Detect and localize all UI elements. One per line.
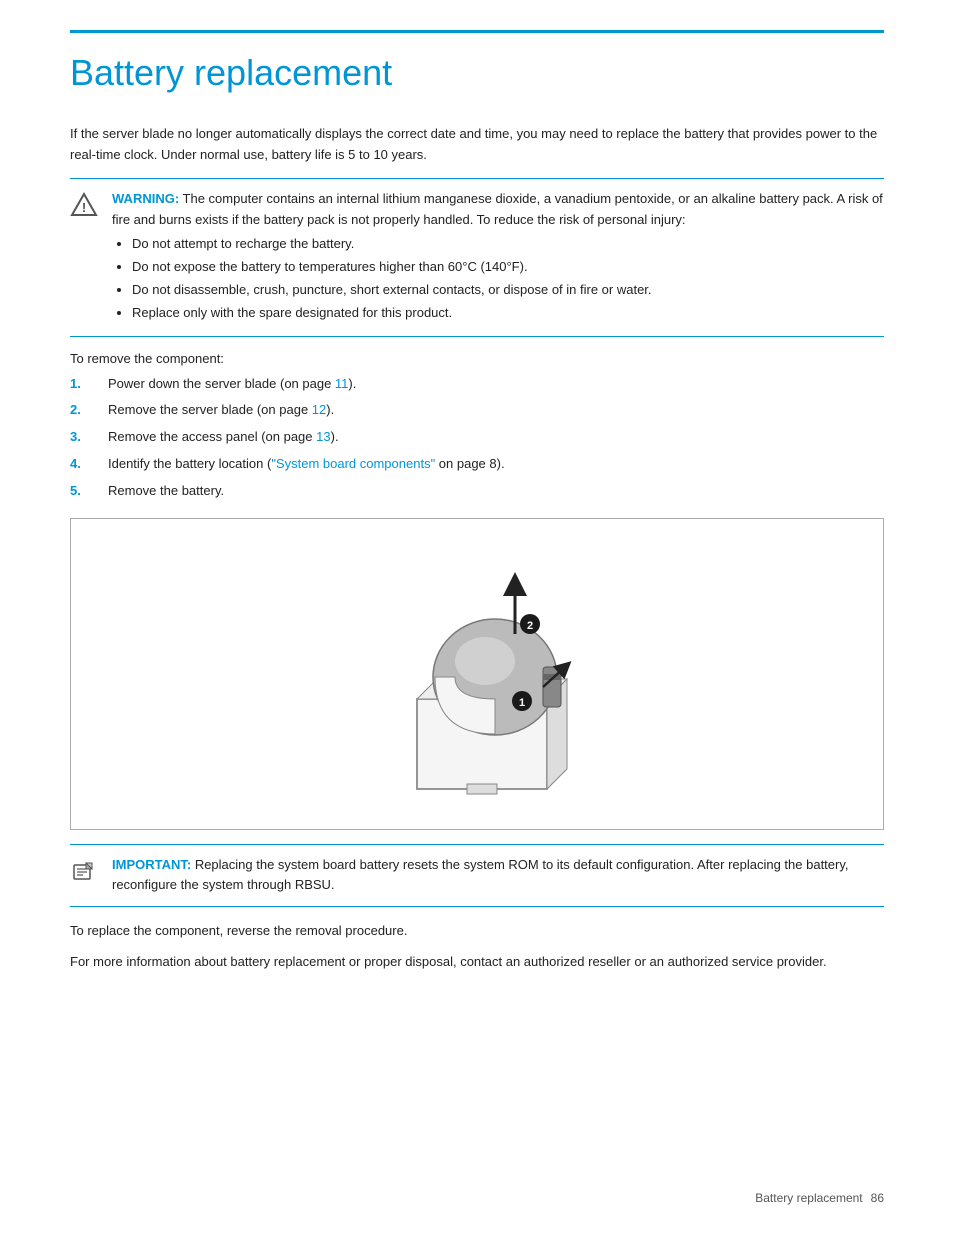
top-rule — [70, 30, 884, 33]
step-5-num: 5. — [70, 481, 100, 502]
important-icon — [70, 857, 98, 888]
step-1: 1. Power down the server blade (on page … — [70, 374, 884, 395]
important-label: IMPORTANT: — [112, 857, 191, 872]
warning-text: The computer contains an internal lithiu… — [112, 191, 883, 227]
step-1-num: 1. — [70, 374, 100, 395]
warning-bullets: Do not attempt to recharge the battery. … — [132, 234, 884, 323]
warning-box: ! WARNING: The computer contains an inte… — [70, 178, 884, 337]
svg-text:2: 2 — [527, 620, 533, 632]
svg-text:1: 1 — [519, 697, 525, 709]
warning-bullet-2: Do not expose the battery to temperature… — [132, 257, 884, 278]
step-3-num: 3. — [70, 427, 100, 448]
step-1-text: Power down the server blade (on page 11)… — [108, 374, 356, 395]
footer-page-num: 86 — [871, 1191, 884, 1205]
important-box: IMPORTANT: Replacing the system board ba… — [70, 844, 884, 908]
warning-label: WARNING: — [112, 191, 179, 206]
svg-text:!: ! — [82, 200, 86, 215]
step-2: 2. Remove the server blade (on page 12). — [70, 400, 884, 421]
steps-intro: To remove the component: — [70, 351, 884, 366]
step-2-link[interactable]: 12 — [312, 402, 326, 417]
footer-text-2: For more information about battery repla… — [70, 952, 884, 973]
step-4-text: Identify the battery location ("System b… — [108, 454, 505, 475]
steps-list: 1. Power down the server blade (on page … — [70, 374, 884, 502]
warning-bullet-3: Do not disassemble, crush, puncture, sho… — [132, 280, 884, 301]
step-2-num: 2. — [70, 400, 100, 421]
page-title: Battery replacement — [70, 51, 884, 94]
warning-bullet-4: Replace only with the spare designated f… — [132, 303, 884, 324]
battery-diagram: 2 1 — [347, 529, 607, 819]
intro-text: If the server blade no longer automatica… — [70, 124, 884, 166]
footer-section-label: Battery replacement — [755, 1191, 862, 1205]
important-text: Replacing the system board battery reset… — [112, 857, 849, 893]
battery-figure: 2 1 — [70, 518, 884, 830]
step-3: 3. Remove the access panel (on page 13). — [70, 427, 884, 448]
warning-content: WARNING: The computer contains an intern… — [112, 189, 884, 326]
footer-text-1: To replace the component, reverse the re… — [70, 921, 884, 942]
step-1-link[interactable]: 11 — [335, 376, 349, 391]
step-5: 5. Remove the battery. — [70, 481, 884, 502]
important-content: IMPORTANT: Replacing the system board ba… — [112, 855, 884, 897]
page-footer: Battery replacement 86 — [755, 1191, 884, 1205]
step-3-link[interactable]: 13 — [316, 429, 330, 444]
step-3-text: Remove the access panel (on page 13). — [108, 427, 339, 448]
step-2-text: Remove the server blade (on page 12). — [108, 400, 334, 421]
step-4-num: 4. — [70, 454, 100, 475]
warning-bullet-1: Do not attempt to recharge the battery. — [132, 234, 884, 255]
warning-icon: ! — [70, 191, 98, 222]
page-container: Battery replacement If the server blade … — [0, 0, 954, 1235]
step-5-text: Remove the battery. — [108, 481, 224, 502]
step-4: 4. Identify the battery location ("Syste… — [70, 454, 884, 475]
step-4-link[interactable]: "System board components" — [271, 456, 435, 471]
